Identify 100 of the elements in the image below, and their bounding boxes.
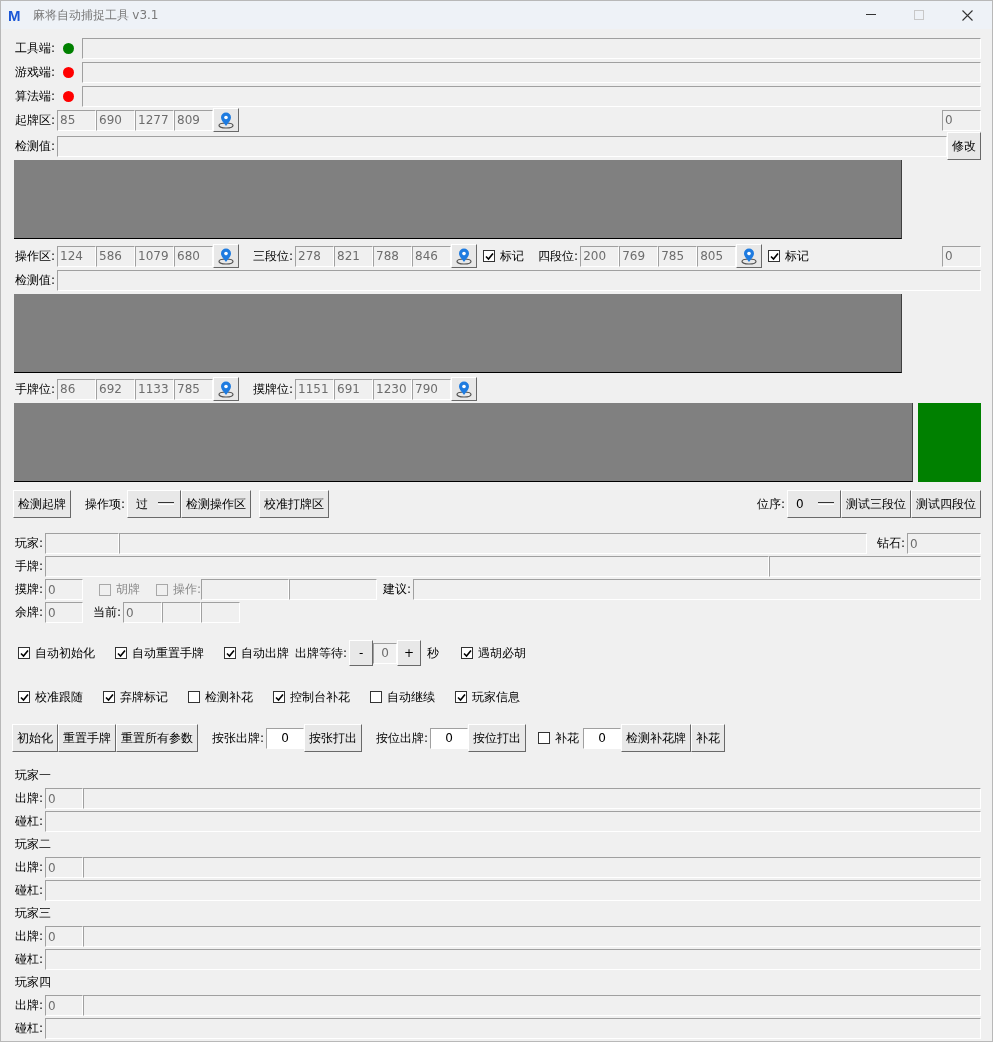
increment-button[interactable]: +: [397, 640, 422, 666]
minimize-icon[interactable]: [866, 14, 876, 16]
checkbox[interactable]: [188, 691, 200, 703]
draw-field[interactable]: 0: [45, 579, 84, 600]
checkbox[interactable]: [455, 691, 467, 703]
input-field[interactable]: [45, 1018, 981, 1039]
input-field[interactable]: [83, 926, 981, 947]
test-button[interactable]: 测试四段位: [911, 490, 981, 518]
coordinate-field[interactable]: 200: [580, 245, 620, 267]
current-field[interactable]: 0: [123, 602, 163, 623]
locate-button[interactable]: [213, 108, 240, 132]
detect-operation-button[interactable]: 检测操作区: [181, 490, 252, 518]
coordinate-field[interactable]: 846: [412, 245, 452, 267]
input-field[interactable]: 0: [583, 727, 622, 749]
coordinate-field[interactable]: 1133: [135, 378, 175, 400]
input-field[interactable]: [82, 37, 981, 59]
action-button[interactable]: 初始化: [12, 724, 58, 752]
close-icon[interactable]: [962, 9, 973, 21]
input-field[interactable]: 0: [430, 727, 469, 749]
coordinate-field[interactable]: 1277: [135, 109, 175, 131]
action-button[interactable]: 补花: [691, 724, 726, 752]
order-dropdown[interactable]: 0: [787, 490, 841, 518]
checkbox[interactable]: [370, 691, 382, 703]
input-field[interactable]: [57, 269, 981, 291]
checkbox[interactable]: [103, 691, 115, 703]
input-field[interactable]: [57, 135, 947, 157]
diamond-field[interactable]: 0: [907, 533, 981, 554]
coordinate-field[interactable]: 821: [334, 245, 374, 267]
input-field[interactable]: [82, 61, 981, 83]
counter-field[interactable]: 0: [942, 109, 981, 131]
detect-label: 检测值:: [14, 137, 57, 155]
connection-label: 游戏端:: [14, 63, 57, 81]
input-field[interactable]: [45, 556, 769, 577]
checkbox[interactable]: [483, 250, 496, 262]
action-button[interactable]: 按位打出: [468, 724, 527, 752]
edit-button[interactable]: 修改: [947, 132, 981, 160]
locate-button[interactable]: [213, 377, 240, 401]
input-field[interactable]: [45, 533, 120, 554]
input-field[interactable]: [413, 579, 981, 600]
input-field[interactable]: [83, 995, 981, 1016]
coordinate-field[interactable]: 690: [96, 109, 136, 131]
coordinate-field[interactable]: 586: [96, 245, 136, 267]
checkbox[interactable]: [18, 647, 30, 659]
action-button[interactable]: 检测补花牌: [621, 724, 692, 752]
detect-button[interactable]: 检测起牌: [13, 490, 71, 518]
coordinate-field[interactable]: 680: [174, 245, 214, 267]
coordinate-field[interactable]: 809: [174, 109, 214, 131]
discard-field[interactable]: 0: [45, 926, 84, 947]
input-field[interactable]: [201, 602, 241, 623]
checkbox[interactable]: [224, 647, 236, 659]
action-button[interactable]: 重置所有参数: [116, 724, 198, 752]
action-button[interactable]: 按张打出: [304, 724, 363, 752]
coordinate-field[interactable]: 691: [334, 378, 374, 400]
coordinate-field[interactable]: 788: [373, 245, 413, 267]
input-field[interactable]: [162, 602, 202, 623]
test-button[interactable]: 测试三段位: [841, 490, 911, 518]
input-field[interactable]: 0: [266, 727, 305, 749]
input-field[interactable]: [45, 949, 981, 970]
calibrate-button[interactable]: 校准打牌区: [259, 490, 330, 518]
checkbox[interactable]: [273, 691, 285, 703]
checkbox[interactable]: [18, 691, 30, 703]
checkbox[interactable]: [115, 647, 127, 659]
coordinate-field[interactable]: 785: [658, 245, 698, 267]
operation-dropdown[interactable]: 过: [127, 490, 182, 518]
discard-field[interactable]: 0: [45, 857, 84, 878]
wait-field[interactable]: 0: [373, 642, 398, 664]
coordinate-field[interactable]: 692: [96, 378, 136, 400]
input-field[interactable]: [82, 85, 981, 107]
coordinate-field[interactable]: 790: [412, 378, 452, 400]
input-field[interactable]: [83, 857, 981, 878]
locate-button[interactable]: [451, 244, 478, 268]
checkbox[interactable]: [461, 647, 474, 659]
input-field[interactable]: [201, 579, 290, 600]
coordinate-field[interactable]: 86: [57, 378, 97, 400]
coordinate-field[interactable]: 805: [697, 245, 737, 267]
coordinate-field[interactable]: 1079: [135, 245, 175, 267]
locate-button[interactable]: [736, 244, 763, 268]
input-field[interactable]: [83, 788, 981, 809]
coordinate-field[interactable]: 278: [295, 245, 335, 267]
locate-button[interactable]: [213, 244, 240, 268]
discard-field[interactable]: 0: [45, 788, 84, 809]
input-field[interactable]: [769, 556, 981, 577]
action-button[interactable]: 重置手牌: [58, 724, 116, 752]
coordinate-field[interactable]: 124: [57, 245, 97, 267]
coordinate-field[interactable]: 85: [57, 109, 97, 131]
coordinate-field[interactable]: 1230: [373, 378, 413, 400]
remaining-field[interactable]: 0: [45, 602, 84, 623]
coordinate-field[interactable]: 769: [619, 245, 659, 267]
counter-field[interactable]: 0: [942, 245, 981, 267]
checkbox[interactable]: [768, 250, 781, 262]
input-field[interactable]: [119, 533, 867, 554]
decrement-button[interactable]: -: [349, 640, 374, 666]
input-field[interactable]: [45, 880, 981, 901]
coordinate-field[interactable]: 1151: [295, 378, 335, 400]
input-field[interactable]: [289, 579, 378, 600]
discard-field[interactable]: 0: [45, 995, 84, 1016]
checkbox[interactable]: [538, 732, 551, 744]
coordinate-field[interactable]: 785: [174, 378, 214, 400]
input-field[interactable]: [45, 811, 981, 832]
locate-button[interactable]: [451, 377, 478, 401]
